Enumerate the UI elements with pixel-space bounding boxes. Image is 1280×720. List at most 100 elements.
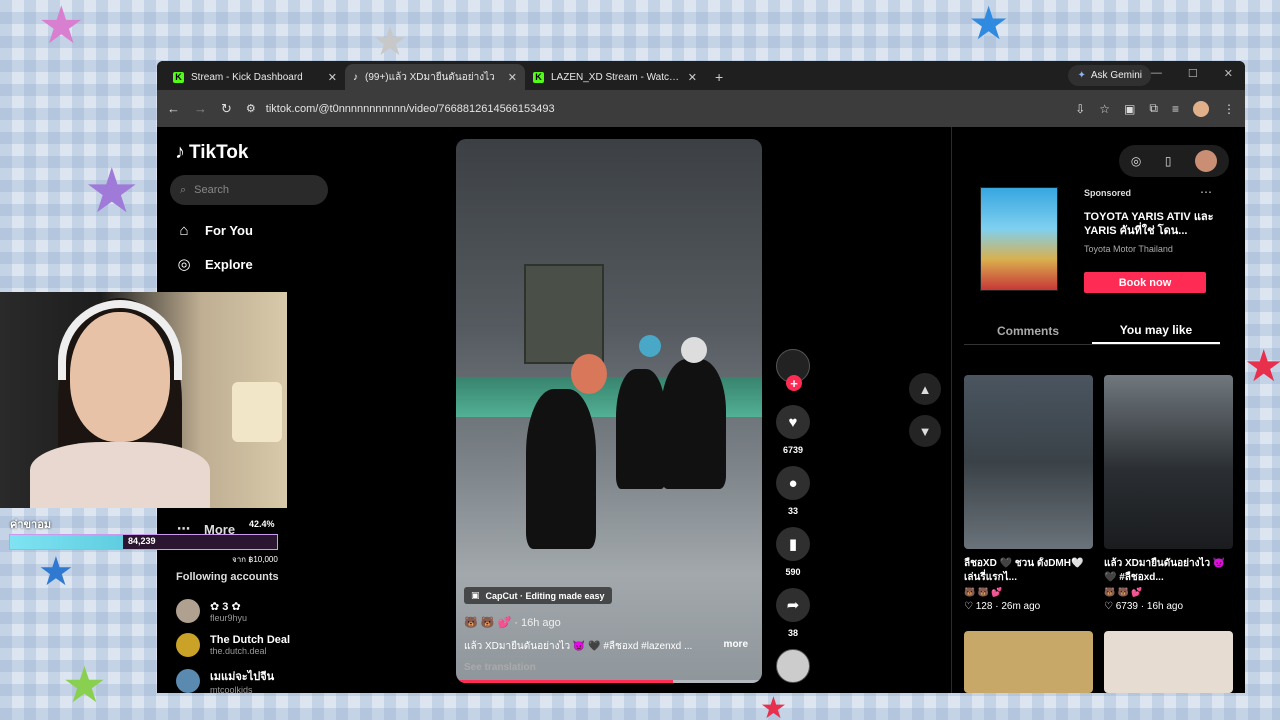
share-count: 38	[787, 628, 798, 638]
star-decoration: ★	[38, 0, 85, 56]
video-player[interactable]: ▣ CapCut · Editing made easy 🐻 🐻 💕 · 16h…	[456, 139, 762, 683]
star-decoration: ★	[372, 19, 408, 65]
video-figure-head	[639, 335, 661, 357]
sponsored-label: Sponsored	[1084, 188, 1132, 198]
video-thumbnail[interactable]	[1104, 631, 1233, 693]
recommended-video[interactable]: แล้ว XDมายืนดันอย่างไว 👿 🖤 #ลืชอxd... 🐻 …	[1104, 375, 1233, 612]
creator-avatar[interactable]: +	[776, 349, 810, 391]
address-bar[interactable]: ⚙ tiktok.com/@t0nnnnnnnnnnn/video/766881…	[246, 96, 996, 122]
ad-image[interactable]	[980, 187, 1058, 291]
search-input[interactable]: ⌕ Search	[170, 175, 328, 205]
next-video-button[interactable]: ▼	[909, 415, 941, 447]
tab-tiktok-video[interactable]: ♪ (99+)แล้ว XDมายืนดันอย่างไว ✕	[345, 64, 525, 90]
meta-emoji: 🐻 🐻 💕	[464, 617, 512, 629]
rec-stats: ♡ 6739 · 16h ago	[1104, 601, 1233, 612]
heart-icon: ♥	[788, 413, 798, 431]
webcam-background-lamp	[232, 382, 282, 442]
window-controls: — ☐ ✕	[1151, 67, 1233, 80]
following-account[interactable]: The Dutch Deal the.dutch.deal	[176, 633, 290, 657]
capcut-label: CapCut · Editing made easy	[485, 590, 605, 601]
puzzle-icon[interactable]: ⧉	[1149, 101, 1158, 116]
gemini-icon: ✦	[1077, 70, 1086, 81]
chevron-up-icon: ▲	[918, 381, 932, 397]
bookmark-icon: ▮	[788, 536, 798, 553]
user-avatar[interactable]	[1195, 150, 1218, 172]
tab-kick-dashboard[interactable]: K Stream - Kick Dashboard ✕	[165, 64, 345, 90]
search-placeholder: Search	[194, 184, 230, 196]
bookmark-star-icon[interactable]: ☆	[1099, 102, 1110, 116]
meta-time: · 16h ago	[514, 617, 561, 629]
phone-icon[interactable]: ▯	[1165, 154, 1172, 168]
save-button[interactable]: ▮	[776, 527, 810, 561]
avatar	[176, 669, 200, 693]
media-icon[interactable]: ≡	[1172, 102, 1179, 116]
star-decoration: ★	[760, 691, 787, 720]
minimize-icon[interactable]: —	[1151, 67, 1162, 80]
comment-icon: ●	[788, 474, 798, 492]
search-icon: ⌕	[180, 183, 187, 196]
nav-explore[interactable]: ◎ Explore	[175, 255, 253, 273]
tiktok-logo[interactable]: ♪ TikTok	[175, 141, 248, 164]
account-handle: the.dutch.deal	[210, 646, 267, 656]
capcut-icon: ▣	[471, 590, 480, 600]
follow-plus-icon[interactable]: +	[786, 375, 802, 391]
back-icon[interactable]: ←	[167, 101, 180, 116]
see-translation-link[interactable]: See translation	[464, 662, 754, 673]
video-thumbnail[interactable]	[964, 375, 1093, 549]
webcam-person-body	[30, 442, 210, 508]
book-now-button[interactable]: Book now	[1084, 272, 1206, 293]
site-info-icon[interactable]: ⚙	[246, 102, 256, 115]
following-account[interactable]: ✿ 3 ✿ fleur9hyu	[176, 599, 247, 623]
ask-gemini-button[interactable]: ✦ Ask Gemini	[1068, 65, 1151, 86]
rec-time: · 16h ago	[1140, 601, 1184, 612]
previous-video-button[interactable]: ▲	[909, 373, 941, 405]
rec-title: แล้ว XDมายืนดันอย่างไว 👿 🖤 #ลืชอxd...	[1104, 558, 1226, 583]
share-button[interactable]: ➦	[776, 588, 810, 622]
description-text: แล้ว XDมายืนดันอย่างไว 👿 🖤 #ลืชอxd #laze…	[464, 641, 693, 652]
new-tab-button[interactable]: +	[715, 69, 723, 85]
close-icon[interactable]: ✕	[688, 71, 697, 84]
close-icon[interactable]: ✕	[328, 71, 337, 84]
recommended-video[interactable]: ลืชอXD 🖤 ชวน ตั้งDMH🤍 เล่นรี่แรกไ... 🐻 🐻…	[964, 375, 1093, 612]
following-account[interactable]: เมแม่จะไปจีน mtcoolkids	[176, 667, 274, 693]
gemini-label: Ask Gemini	[1090, 70, 1142, 81]
like-button[interactable]: ♥	[776, 405, 810, 439]
nav-label: Explore	[205, 256, 253, 272]
rec-stats: ♡ 128 · 26m ago	[964, 601, 1093, 612]
comment-count: 33	[787, 506, 798, 516]
star-decoration: ★	[84, 154, 140, 227]
video-thumbnail[interactable]	[964, 631, 1093, 693]
video-thumbnail[interactable]	[1104, 375, 1233, 549]
video-figure	[616, 369, 666, 489]
account-handle: mtcoolkids	[210, 685, 253, 693]
window-close-icon[interactable]: ✕	[1224, 67, 1233, 80]
video-progress-fill	[456, 680, 674, 683]
tab-comments[interactable]: Comments	[964, 317, 1092, 344]
menu-icon[interactable]: ⋮	[1223, 102, 1235, 116]
install-icon[interactable]: ⇩	[1075, 102, 1085, 116]
compass-icon[interactable]: ◎	[1131, 154, 1141, 168]
ad-options-icon[interactable]: ⋯	[1200, 185, 1212, 199]
reload-icon[interactable]: ↻	[221, 101, 232, 117]
ad-title[interactable]: TOYOTA YARIS ATIV และ YARIS คันที่ใช่ โด…	[1084, 210, 1214, 238]
music-disc-avatar[interactable]	[776, 649, 810, 683]
kick-icon: K	[533, 71, 544, 83]
video-progress-bar[interactable]	[456, 680, 762, 683]
capcut-badge[interactable]: ▣ CapCut · Editing made easy	[464, 587, 612, 604]
logo-text: TikTok	[189, 141, 249, 163]
video-figure-head	[681, 337, 707, 363]
extension-icon[interactable]: ▣	[1124, 102, 1135, 116]
nav-for-you[interactable]: ⌂ For You	[175, 221, 252, 239]
donation-goal-fill	[10, 535, 124, 549]
tab-you-may-like[interactable]: You may like	[1092, 317, 1220, 344]
comment-button[interactable]: ●	[776, 466, 810, 500]
description-more-button[interactable]: more	[724, 639, 748, 654]
profile-avatar[interactable]	[1193, 100, 1209, 117]
forward-icon[interactable]: →	[194, 101, 207, 116]
rec-likes: ♡ 128	[964, 601, 993, 612]
tab-kick-watch-live[interactable]: K LAZEN_XD Stream - Watch Live ✕	[525, 64, 705, 90]
star-decoration: ★	[38, 549, 74, 595]
video-caption: ▣ CapCut · Editing made easy 🐻 🐻 💕 · 16h…	[464, 585, 754, 683]
close-icon[interactable]: ✕	[508, 71, 517, 84]
maximize-icon[interactable]: ☐	[1188, 67, 1198, 80]
